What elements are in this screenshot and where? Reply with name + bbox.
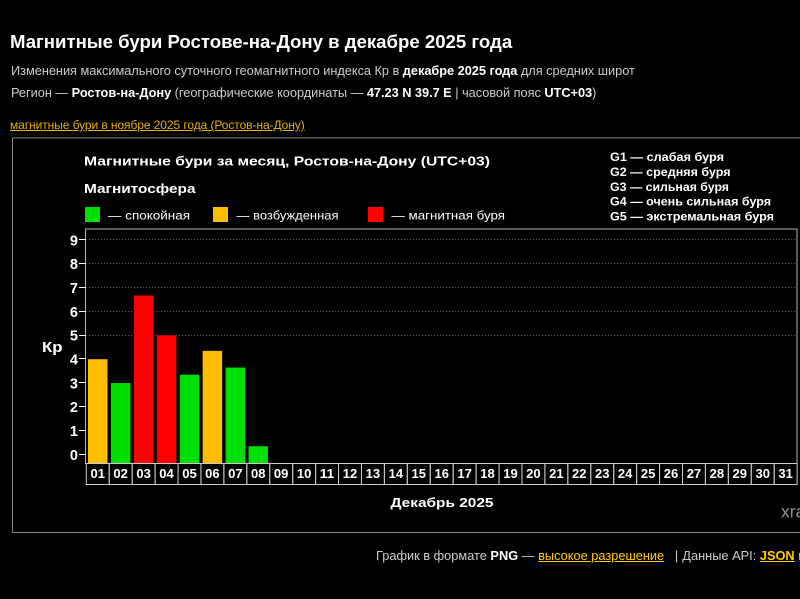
svg-text:04: 04 <box>159 466 174 481</box>
svg-text:08: 08 <box>251 466 266 481</box>
svg-text:23: 23 <box>595 466 610 481</box>
svg-text:16: 16 <box>434 466 449 481</box>
svg-text:03: 03 <box>136 466 151 481</box>
svg-text:10: 10 <box>297 466 312 481</box>
svg-text:xras.ru: xras.ru <box>781 502 800 522</box>
svg-text:3: 3 <box>70 376 78 392</box>
svg-text:01: 01 <box>91 466 106 481</box>
svg-text:9: 9 <box>70 233 78 249</box>
svg-text:19: 19 <box>503 466 518 481</box>
svg-text:8: 8 <box>70 257 78 273</box>
svg-text:06: 06 <box>205 466 220 481</box>
svg-text:7: 7 <box>70 281 78 297</box>
svg-text:27: 27 <box>687 466 702 481</box>
svg-text:22: 22 <box>572 466 587 481</box>
svg-text:Магнитосфера: Магнитосфера <box>84 182 197 196</box>
svg-text:G5 — экстремальная буря: G5 — экстремальная буря <box>610 212 774 224</box>
svg-text:11: 11 <box>320 466 335 481</box>
svg-text:Кр: Кр <box>42 339 63 356</box>
svg-text:24: 24 <box>618 466 633 481</box>
svg-text:4: 4 <box>70 353 78 369</box>
svg-text:1: 1 <box>70 424 78 440</box>
svg-text:05: 05 <box>182 466 197 481</box>
svg-text:18: 18 <box>480 466 495 481</box>
svg-text:30: 30 <box>755 466 770 481</box>
svg-text:14: 14 <box>389 466 404 481</box>
svg-text:28: 28 <box>710 466 725 481</box>
svg-text:2: 2 <box>70 400 78 416</box>
svg-text:12: 12 <box>343 466 358 481</box>
svg-text:— магнитная буря: — магнитная буря <box>392 209 506 223</box>
svg-text:15: 15 <box>412 466 427 481</box>
svg-text:20: 20 <box>526 466 541 481</box>
svg-text:5: 5 <box>70 329 78 345</box>
svg-text:13: 13 <box>366 466 381 481</box>
svg-text:G4 — очень сильная буря: G4 — очень сильная буря <box>610 197 771 209</box>
svg-text:— возбужденная: — возбужденная <box>237 209 339 223</box>
svg-text:29: 29 <box>733 466 748 481</box>
svg-text:07: 07 <box>228 466 243 481</box>
svg-text:21: 21 <box>549 466 564 481</box>
svg-text:Декабрь 2025: Декабрь 2025 <box>391 495 494 510</box>
svg-text:— спокойная: — спокойная <box>108 209 190 223</box>
svg-text:Магнитные бури за месяц, Росто: Магнитные бури за месяц, Ростов-на-Дону … <box>84 155 490 169</box>
svg-text:31: 31 <box>778 466 793 481</box>
svg-text:17: 17 <box>457 466 472 481</box>
svg-text:02: 02 <box>113 466 128 481</box>
svg-text:G1 — слабая буря: G1 — слабая буря <box>610 152 724 164</box>
svg-text:09: 09 <box>274 466 289 481</box>
svg-text:G2 — средняя буря: G2 — средняя буря <box>610 167 731 179</box>
svg-text:25: 25 <box>641 466 656 481</box>
svg-text:0: 0 <box>70 448 78 464</box>
svg-text:26: 26 <box>664 466 679 481</box>
svg-text:6: 6 <box>70 305 78 321</box>
svg-text:G3 — сильная буря: G3 — сильная буря <box>610 182 729 194</box>
